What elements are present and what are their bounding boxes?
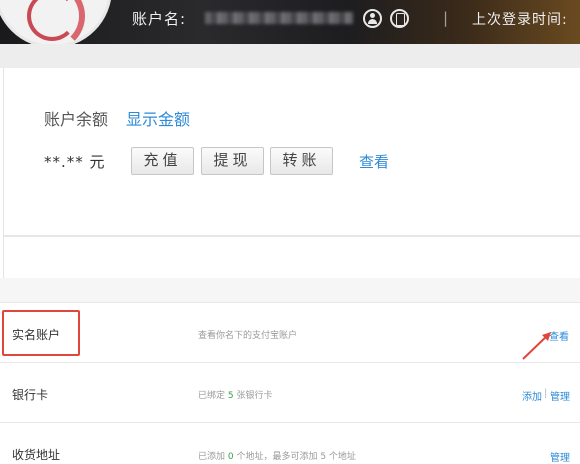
description-suffix: 张银行卡 bbox=[233, 391, 273, 401]
recharge-button[interactable]: 充值 bbox=[131, 147, 194, 175]
header-separator: | bbox=[443, 9, 449, 27]
list-item-real-name-account: 实名账户 查看你名下的支付宝账户 查看 bbox=[0, 302, 580, 362]
page-background bbox=[0, 44, 580, 68]
list-item-bank-cards: 银行卡 已绑定 5 张银行卡 添加 | 管理 bbox=[0, 362, 580, 422]
account-name-blurred bbox=[205, 12, 353, 24]
description-suffix: 个地址，最多可添加 5 个地址 bbox=[233, 452, 356, 462]
divider bbox=[4, 235, 580, 237]
balance-card: 账户余额 显示金额 **.** 元 充值 提现 转账 查看 bbox=[3, 68, 580, 278]
show-amount-link[interactable]: 显示金额 bbox=[126, 106, 190, 130]
phone-icon[interactable] bbox=[390, 9, 409, 28]
add-bank-card-link[interactable]: 添加 bbox=[522, 388, 542, 403]
row-description: 已绑定 5 张银行卡 bbox=[198, 388, 272, 401]
arrow-annotation-icon bbox=[522, 332, 551, 360]
manage-address-link[interactable]: 管理 bbox=[550, 449, 570, 464]
row-description: 已添加 0 个地址，最多可添加 5 个地址 bbox=[198, 449, 356, 462]
view-balance-link[interactable]: 查看 bbox=[359, 151, 389, 172]
account-name-label: 账户名: bbox=[132, 10, 187, 28]
manage-bank-card-link[interactable]: 管理 bbox=[550, 388, 570, 403]
description-prefix: 已添加 bbox=[198, 452, 228, 462]
row-label: 收货地址 bbox=[12, 448, 61, 462]
top-header: 账户名: | 上次登录时间: bbox=[0, 0, 580, 44]
row-label: 银行卡 bbox=[12, 388, 49, 402]
balance-amount: **.** 元 bbox=[44, 153, 106, 171]
highlight-box bbox=[2, 310, 80, 356]
avatar[interactable] bbox=[0, 0, 112, 44]
row-description: 查看你名下的支付宝账户 bbox=[198, 331, 298, 341]
list-item-shipping-address: 收货地址 已添加 0 个地址，最多可添加 5 个地址 管理 bbox=[0, 422, 580, 464]
user-icon[interactable] bbox=[363, 9, 382, 28]
action-separator: | bbox=[544, 388, 548, 399]
withdraw-button[interactable]: 提现 bbox=[201, 147, 264, 175]
transfer-button[interactable]: 转账 bbox=[270, 147, 333, 175]
last-login-label: 上次登录时间: bbox=[472, 12, 568, 28]
balance-title: 账户余额 bbox=[44, 110, 109, 129]
description-prefix: 已绑定 bbox=[198, 391, 228, 401]
section-gap bbox=[0, 278, 580, 302]
